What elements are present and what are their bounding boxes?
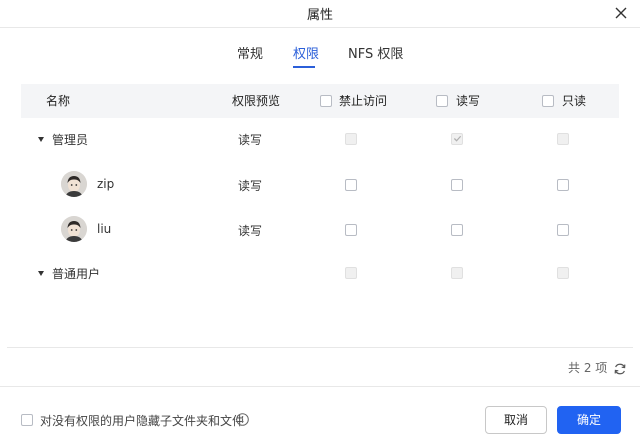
readwrite-checkbox[interactable]	[451, 179, 463, 191]
deny-checkbox[interactable]	[345, 224, 357, 236]
deny-checkbox[interactable]	[345, 133, 357, 145]
readwrite-checkbox[interactable]	[451, 267, 463, 279]
column-header-readwrite: 读写	[456, 94, 481, 108]
readwrite-checkbox[interactable]	[451, 133, 463, 145]
caret-down-icon[interactable]	[38, 137, 44, 142]
checkmark-icon	[453, 135, 462, 142]
tab-general[interactable]: 常规	[237, 43, 263, 62]
tab-permissions[interactable]: 权限	[293, 43, 319, 62]
refresh-icon[interactable]	[613, 362, 627, 376]
deny-checkbox[interactable]	[345, 267, 357, 279]
close-icon[interactable]	[614, 6, 628, 20]
info-icon[interactable]	[236, 413, 249, 426]
table-footer-divider	[7, 347, 633, 348]
row-name: 普通用户	[52, 267, 101, 281]
total-count: 共 2 项	[568, 361, 608, 375]
column-header-deny: 禁止访问	[339, 94, 388, 108]
table-header: 名称 权限预览 禁止访问 读写 只读	[21, 84, 619, 118]
cancel-button[interactable]: 取消	[485, 406, 547, 434]
column-header-readonly: 只读	[562, 94, 587, 108]
dialog-footer-divider	[0, 386, 640, 387]
hide-subfolders-label: 对没有权限的用户隐藏子文件夹和文件	[40, 414, 245, 428]
tab-nfs-permissions[interactable]: NFS 权限	[348, 43, 403, 62]
readonly-checkbox[interactable]	[557, 224, 569, 236]
tab-bar: 常规 权限 NFS 权限	[0, 43, 640, 69]
caret-down-icon[interactable]	[38, 271, 44, 276]
row-name: liu	[97, 222, 112, 236]
row-name: 管理员	[52, 133, 89, 147]
column-header-preview: 权限预览	[232, 94, 281, 108]
row-name: zip	[97, 177, 115, 191]
select-all-deny-checkbox[interactable]	[320, 95, 332, 107]
row-permission-preview: 读写	[238, 224, 263, 238]
select-all-readwrite-checkbox[interactable]	[436, 95, 448, 107]
table-row-group-users[interactable]: 普通用户	[21, 251, 619, 295]
readonly-checkbox[interactable]	[557, 179, 569, 191]
dialog-title: 属性	[306, 8, 333, 23]
readonly-checkbox[interactable]	[557, 267, 569, 279]
table-row-user-liu[interactable]: liu 读写	[21, 207, 619, 251]
tab-active-indicator	[293, 66, 315, 68]
readwrite-checkbox[interactable]	[451, 224, 463, 236]
row-permission-preview: 读写	[238, 179, 263, 193]
hide-subfolders-checkbox[interactable]	[21, 414, 33, 426]
user-avatar	[61, 171, 87, 197]
readonly-checkbox[interactable]	[557, 133, 569, 145]
select-all-readonly-checkbox[interactable]	[542, 95, 554, 107]
titlebar-divider	[0, 27, 640, 28]
row-permission-preview: 读写	[238, 133, 263, 147]
user-avatar	[61, 216, 87, 242]
deny-checkbox[interactable]	[345, 179, 357, 191]
column-header-name: 名称	[46, 94, 71, 108]
dialog-titlebar: 属性	[0, 0, 640, 27]
confirm-button[interactable]: 确定	[557, 406, 621, 434]
table-row-user-zip[interactable]: zip 读写	[21, 162, 619, 206]
table-row-group-admin[interactable]: 管理员 读写	[21, 117, 619, 161]
